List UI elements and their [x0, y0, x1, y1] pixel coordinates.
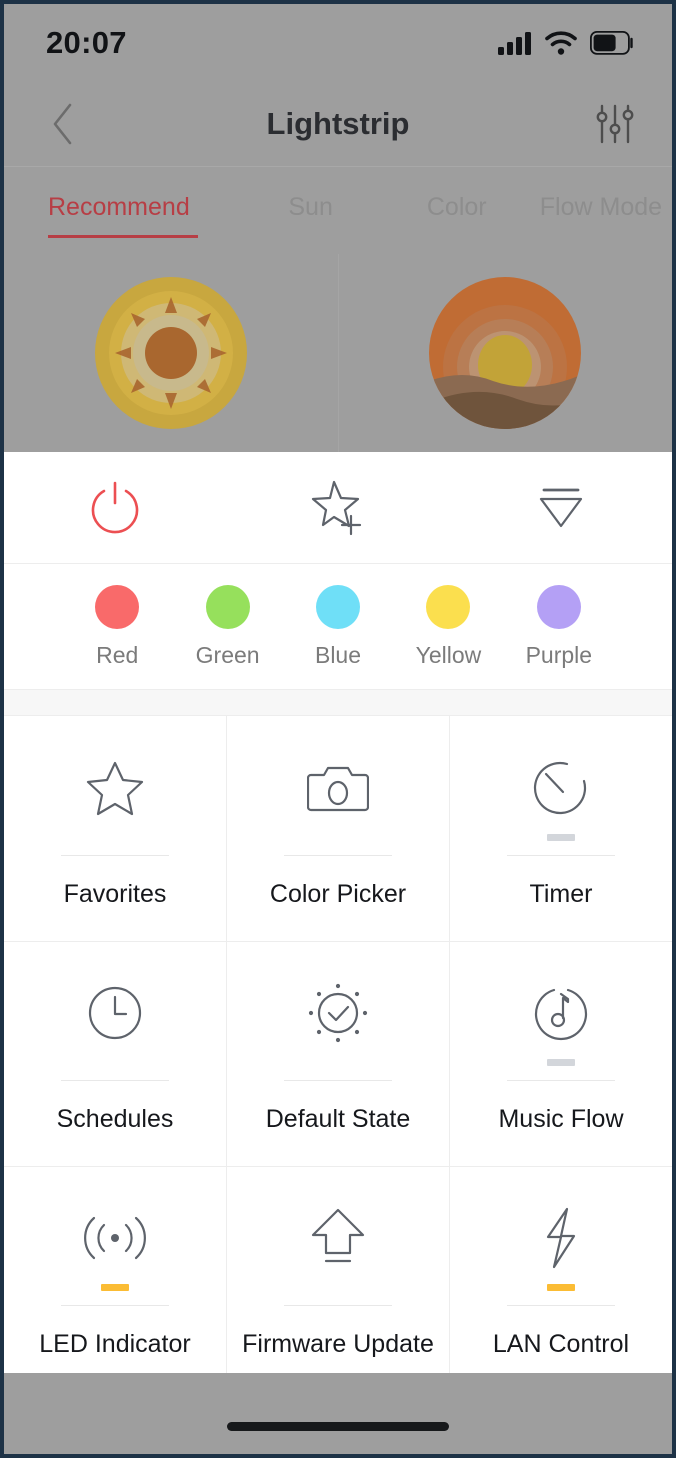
signal-waves-icon	[82, 1199, 148, 1277]
dimmed-top-region: 20:07 Lightstrip Recommend Sun Color Flo…	[4, 4, 672, 452]
status-dash	[101, 1284, 129, 1291]
scene-card-sunset[interactable]	[337, 254, 673, 452]
color-preset-green[interactable]: Green	[172, 584, 282, 669]
status-bar-icons	[498, 31, 634, 55]
scene-list	[4, 254, 672, 452]
star-plus-icon	[307, 478, 369, 538]
color-label: Yellow	[415, 641, 482, 668]
feature-label: Favorites	[63, 879, 167, 908]
feature-favorites[interactable]: Favorites	[4, 716, 226, 941]
status-dash	[324, 1284, 352, 1291]
power-button[interactable]	[4, 452, 227, 563]
feature-grid: Favorites Color Picker Timer Schedules D…	[4, 716, 672, 1391]
feature-default-state[interactable]: Default State	[226, 942, 449, 1166]
color-swatch	[426, 584, 471, 629]
color-preset-yellow[interactable]: Yellow	[393, 584, 503, 669]
wifi-icon	[545, 31, 577, 55]
feature-label: Music Flow	[498, 1105, 624, 1133]
battery-icon	[590, 31, 634, 55]
color-label: Green	[195, 641, 260, 668]
phone-screen: 20:07 Lightstrip Recommend Sun Color Flo…	[0, 0, 676, 1458]
brightness-button[interactable]	[449, 452, 672, 563]
feature-schedules[interactable]: Schedules	[4, 942, 226, 1166]
feature-lan-control[interactable]: LAN Control	[449, 1167, 672, 1391]
color-preset-red[interactable]: Red	[62, 584, 172, 669]
status-dash	[101, 1059, 129, 1066]
feature-color-picker[interactable]: Color Picker	[226, 716, 449, 941]
status-dash	[324, 834, 352, 841]
color-label: Blue	[314, 641, 362, 668]
feature-label: LED Indicator	[39, 1330, 191, 1358]
status-dash	[324, 1059, 352, 1066]
back-button[interactable]	[40, 98, 86, 150]
tab-bar: Recommend Sun Color Flow Mode	[4, 166, 672, 254]
feature-grid-row: Favorites Color Picker Timer	[4, 716, 672, 941]
clock-icon	[86, 974, 144, 1052]
cell-divider	[61, 1305, 169, 1306]
tab-sun[interactable]: Sun	[238, 193, 384, 238]
tab-flow-mode[interactable]: Flow Mode	[530, 193, 672, 238]
feature-music-flow[interactable]: Music Flow	[449, 942, 672, 1166]
cell-divider	[284, 854, 392, 856]
feature-grid-row: Schedules Default State Music Flow	[4, 941, 672, 1166]
feature-label: Default State	[265, 1105, 411, 1133]
sun-icon	[94, 277, 247, 429]
chevron-left-icon	[50, 102, 76, 146]
tab-color[interactable]: Color	[384, 193, 530, 238]
feature-led-indicator[interactable]: LED Indicator	[4, 1167, 226, 1391]
status-dash	[547, 1284, 575, 1291]
color-label: Red	[96, 641, 139, 668]
sunset-icon	[429, 277, 582, 429]
cell-divider	[61, 1080, 169, 1081]
lightning-bolt-icon	[538, 1199, 584, 1277]
color-swatch	[205, 584, 250, 629]
cell-divider	[507, 854, 615, 856]
cell-divider	[507, 1305, 615, 1306]
status-dash	[547, 1059, 575, 1066]
bottom-bar	[4, 1373, 672, 1454]
action-row	[4, 452, 672, 564]
color-label: Purple	[525, 641, 593, 668]
feature-timer[interactable]: Timer	[449, 716, 672, 941]
cellular-signal-icon	[498, 31, 532, 55]
feature-label: Firmware Update	[242, 1330, 434, 1358]
upload-arrow-icon	[309, 1199, 367, 1277]
status-bar: 20:07	[4, 4, 672, 82]
color-swatch	[316, 584, 361, 629]
sliders-icon	[595, 103, 635, 145]
music-note-icon	[532, 974, 590, 1052]
home-indicator[interactable]	[227, 1422, 449, 1431]
timer-icon	[532, 749, 590, 827]
scene-card-sun[interactable]	[4, 254, 338, 452]
brightness-triangle-icon	[532, 483, 590, 533]
cell-divider	[284, 1080, 392, 1081]
status-dash	[101, 834, 129, 841]
tab-recommend[interactable]: Recommend	[4, 193, 238, 238]
status-dash	[547, 833, 575, 841]
power-icon	[87, 479, 143, 537]
feature-grid-row: LED Indicator Firmware Update LAN Contro…	[4, 1166, 672, 1391]
color-preset-purple[interactable]: Purple	[504, 584, 614, 669]
feature-label: Timer	[529, 879, 593, 908]
feature-label: Schedules	[56, 1105, 174, 1133]
camera-icon	[307, 749, 369, 827]
feature-label: LAN Control	[492, 1330, 630, 1358]
star-icon	[84, 749, 146, 827]
color-swatch	[95, 584, 140, 629]
status-bar-time: 20:07	[46, 25, 127, 60]
add-favorite-button[interactable]	[227, 452, 450, 563]
cell-divider	[507, 1080, 615, 1081]
cell-divider	[284, 1305, 392, 1306]
section-separator	[4, 689, 672, 716]
cell-divider	[61, 854, 169, 856]
color-preset-row: Red Green Blue Yellow Purple	[4, 564, 672, 689]
feature-firmware-update[interactable]: Firmware Update	[226, 1167, 449, 1391]
check-sun-icon	[305, 974, 371, 1052]
feature-label: Color Picker	[269, 879, 407, 908]
nav-header: Lightstrip	[4, 82, 672, 166]
page-title: Lightstrip	[266, 106, 410, 141]
color-swatch	[536, 584, 581, 629]
settings-button[interactable]	[592, 98, 638, 150]
color-preset-blue[interactable]: Blue	[283, 584, 393, 669]
